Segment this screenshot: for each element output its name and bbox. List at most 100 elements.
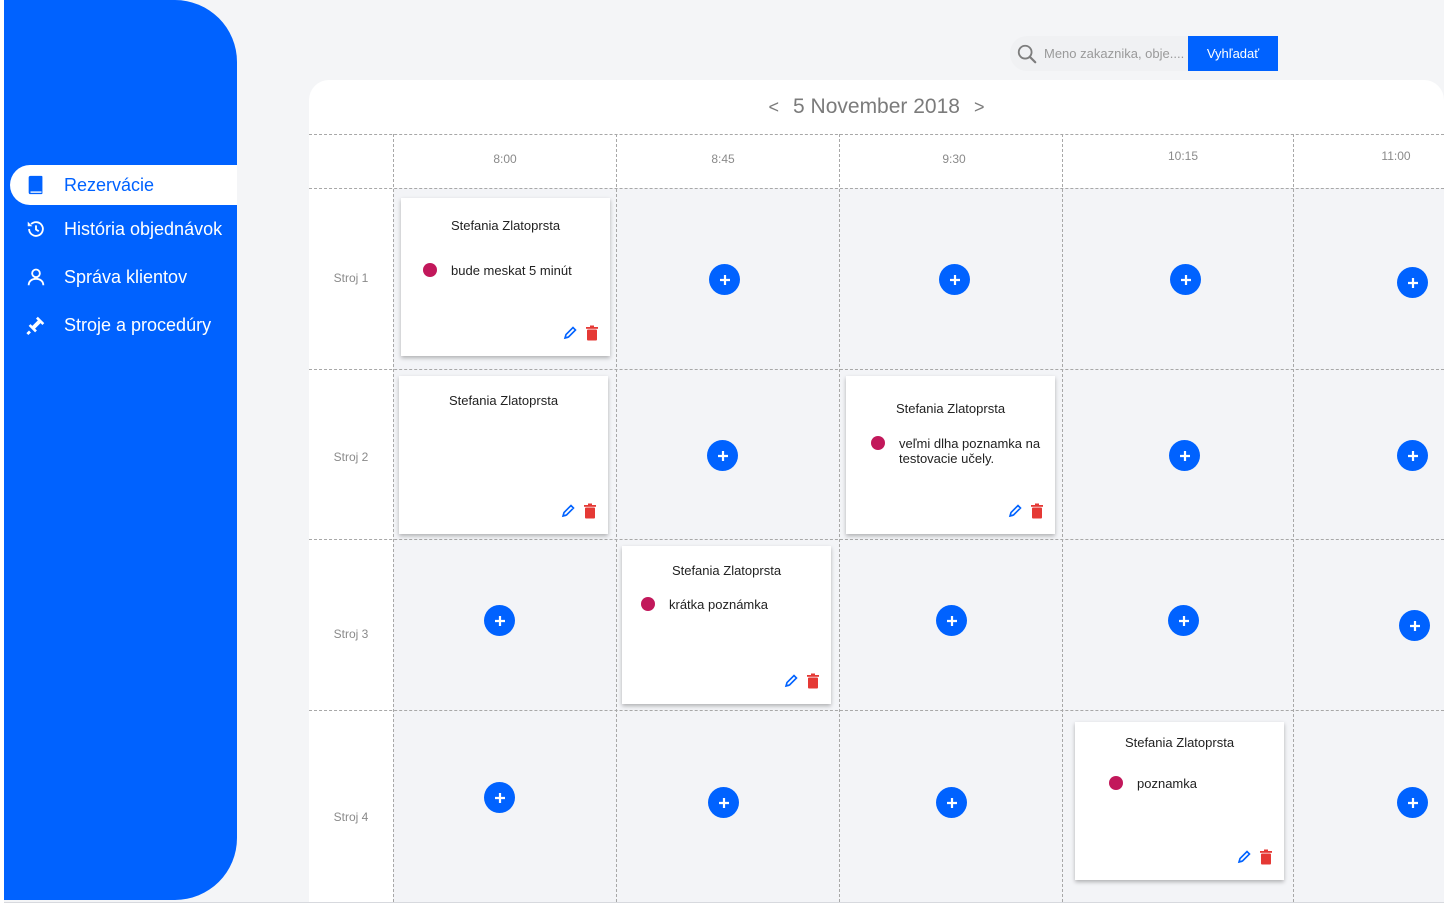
tool-icon <box>24 313 48 337</box>
plus-icon <box>719 274 730 285</box>
add-booking-button[interactable] <box>1170 264 1201 295</box>
add-booking-button[interactable] <box>936 605 967 636</box>
time-slot-label: 8:45 <box>711 152 735 166</box>
sidebar: Rezervácie História objednávok Správa kl… <box>4 0 237 900</box>
add-booking-button[interactable] <box>1399 610 1430 641</box>
client-name: Stefania Zlatoprsta <box>448 393 559 408</box>
plus-icon <box>949 274 960 285</box>
delete-button[interactable] <box>582 503 598 519</box>
sidebar-item-stroje[interactable]: Stroje a procedúry <box>10 305 237 345</box>
grid-line <box>309 188 1444 189</box>
note-text: krátka poznámka <box>669 597 768 612</box>
client-name: Stefania Zlatoprsta <box>450 218 561 233</box>
edit-button[interactable] <box>562 325 578 341</box>
plus-icon <box>1178 615 1189 626</box>
booking-card[interactable]: Stefania Zlatoprsta krátka poznámka <box>622 546 831 704</box>
trash-icon <box>1260 849 1272 865</box>
calendar-panel: < 5 November 2018 > 8:00 8:45 9:30 10:15… <box>309 80 1444 902</box>
sidebar-item-sprava-klientov[interactable]: Správa klientov <box>10 257 237 297</box>
add-booking-button[interactable] <box>936 787 967 818</box>
search-box <box>1010 36 1191 71</box>
search-button[interactable]: Vyhľadať <box>1188 36 1278 71</box>
add-booking-button[interactable] <box>1397 787 1428 818</box>
card-actions <box>1007 503 1045 519</box>
sidebar-item-label: Správa klientov <box>64 266 188 287</box>
search-input[interactable] <box>1042 45 1191 62</box>
add-booking-button[interactable] <box>1169 440 1200 471</box>
note-indicator-icon <box>871 436 885 450</box>
add-booking-button[interactable] <box>1397 267 1428 298</box>
plus-icon <box>717 450 728 461</box>
plus-icon <box>1180 274 1191 285</box>
sidebar-item-rezervacie[interactable]: Rezervácie <box>10 165 237 205</box>
edit-button[interactable] <box>1007 503 1023 519</box>
machine-label: Stroj 1 <box>333 271 369 285</box>
booking-card[interactable]: Stefania Zlatoprsta bude meskat 5 minút <box>401 198 610 356</box>
note-text: bude meskat 5 minút <box>451 263 572 278</box>
add-booking-button[interactable] <box>939 264 970 295</box>
pencil-icon <box>784 674 798 688</box>
next-day-button[interactable]: > <box>960 97 999 118</box>
pencil-icon <box>1237 850 1251 864</box>
prev-day-button[interactable]: < <box>755 97 794 118</box>
time-slot-label: 8:00 <box>493 152 517 166</box>
add-booking-button[interactable] <box>1397 440 1428 471</box>
client-name: Stefania Zlatoprsta <box>1124 735 1235 750</box>
grid-line <box>1293 134 1294 902</box>
time-slot-label: 9:30 <box>942 152 966 166</box>
sidebar-item-label: História objednávok <box>64 218 223 239</box>
time-slot-label: 11:00 <box>1381 149 1411 163</box>
plus-icon <box>1179 450 1190 461</box>
note-indicator-icon <box>641 597 655 611</box>
trash-icon <box>1031 503 1043 519</box>
delete-button[interactable] <box>1029 503 1045 519</box>
card-actions <box>783 673 821 689</box>
grid-line <box>616 134 617 902</box>
grid-line <box>1062 134 1063 902</box>
booking-card[interactable]: Stefania Zlatoprsta <box>399 376 608 534</box>
plus-icon <box>494 792 505 803</box>
plus-icon <box>494 615 505 626</box>
sidebar-item-historia[interactable]: História objednávok <box>10 209 237 249</box>
plus-icon <box>946 797 957 808</box>
client-name: Stefania Zlatoprsta <box>671 563 782 578</box>
booking-note: veľmi dlha poznamka na testovacie učely. <box>871 436 1041 466</box>
delete-button[interactable] <box>584 325 600 341</box>
book-icon <box>24 173 48 197</box>
plus-icon <box>946 615 957 626</box>
machine-label: Stroj 2 <box>333 450 369 464</box>
delete-button[interactable] <box>1258 849 1274 865</box>
card-actions <box>560 503 598 519</box>
card-actions <box>1236 849 1274 865</box>
booking-card[interactable]: Stefania Zlatoprsta poznamka <box>1075 722 1284 880</box>
trash-icon <box>584 503 596 519</box>
trash-icon <box>586 325 598 341</box>
plus-icon <box>1407 797 1418 808</box>
person-icon <box>24 265 48 289</box>
grid-line <box>309 369 1444 370</box>
edit-button[interactable] <box>560 503 576 519</box>
add-booking-button[interactable] <box>484 605 515 636</box>
grid-line <box>393 134 394 902</box>
booking-card[interactable]: Stefania Zlatoprsta veľmi dlha poznamka … <box>846 376 1055 534</box>
plus-icon <box>1407 450 1418 461</box>
sidebar-item-label: Rezervácie <box>64 174 155 195</box>
add-booking-button[interactable] <box>707 440 738 471</box>
edit-button[interactable] <box>1236 849 1252 865</box>
trash-icon <box>807 673 819 689</box>
sidebar-item-label: Stroje a procedúry <box>64 314 212 335</box>
delete-button[interactable] <box>805 673 821 689</box>
edit-button[interactable] <box>783 673 799 689</box>
add-booking-button[interactable] <box>708 787 739 818</box>
history-icon <box>24 217 48 241</box>
pencil-icon <box>1008 504 1022 518</box>
plus-icon <box>1409 620 1420 631</box>
grid-line <box>309 710 1444 711</box>
grid-line <box>309 539 1444 540</box>
booking-note: krátka poznámka <box>641 597 811 612</box>
add-booking-button[interactable] <box>484 782 515 813</box>
add-booking-button[interactable] <box>1168 605 1199 636</box>
add-booking-button[interactable] <box>709 264 740 295</box>
current-date: 5 November 2018 <box>793 95 960 118</box>
plus-icon <box>718 797 729 808</box>
